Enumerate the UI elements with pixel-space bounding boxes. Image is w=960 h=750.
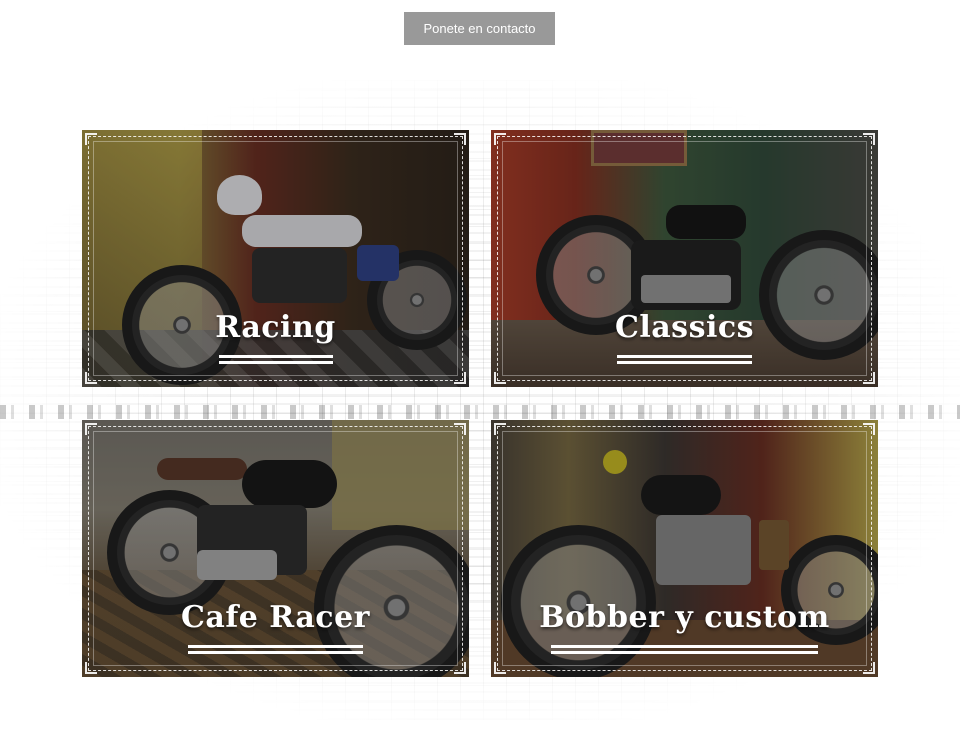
category-title: Cafe Racer	[181, 600, 370, 635]
category-card-classics[interactable]: Classics	[491, 130, 878, 387]
category-title: Racing	[215, 310, 336, 345]
category-title: Classics	[614, 310, 755, 345]
grunge-stripe	[0, 405, 960, 419]
category-card-cafe-racer[interactable]: Cafe Racer	[82, 420, 469, 677]
title-underline	[188, 645, 363, 654]
title-underline	[551, 645, 818, 654]
category-card-bobber-custom[interactable]: Bobber y custom	[491, 420, 878, 677]
category-title: Bobber y custom	[539, 600, 830, 635]
contact-button[interactable]: Ponete en contacto	[404, 12, 555, 45]
title-underline	[219, 355, 333, 364]
category-card-racing[interactable]: Racing	[82, 130, 469, 387]
title-underline	[617, 355, 752, 364]
